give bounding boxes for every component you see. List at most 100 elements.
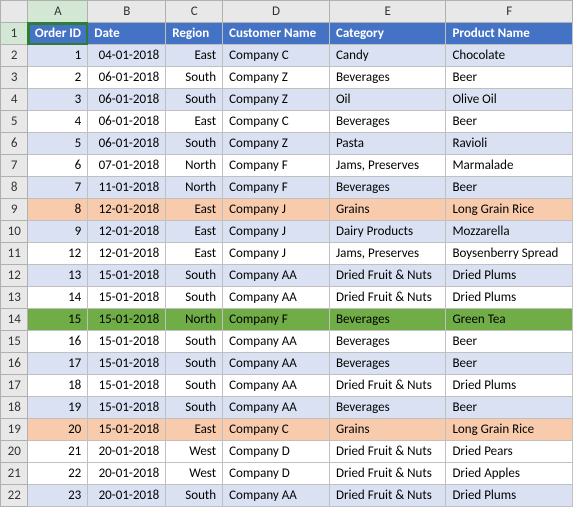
row-header[interactable]: 18 [1,397,28,419]
data-cell[interactable]: Company D [223,463,330,485]
select-all-corner[interactable] [1,1,28,23]
data-cell[interactable]: 21 [28,441,88,463]
data-cell[interactable]: 20-01-2018 [88,463,166,485]
data-cell[interactable]: 11-01-2018 [88,177,166,199]
data-cell[interactable]: 06-01-2018 [88,89,166,111]
data-cell[interactable]: South [166,89,223,111]
data-cell[interactable]: Beverages [329,111,445,133]
data-cell[interactable]: Candy [329,45,445,67]
data-cell[interactable]: 07-01-2018 [88,155,166,177]
column-header-e[interactable]: E [329,1,445,23]
data-cell[interactable]: Dried Fruit & Nuts [329,265,445,287]
data-cell[interactable]: 4 [28,111,88,133]
data-cell[interactable]: Dried Fruit & Nuts [329,375,445,397]
data-cell[interactable]: 17 [28,353,88,375]
row-header[interactable]: 16 [1,353,28,375]
row-header[interactable]: 19 [1,419,28,441]
data-cell[interactable]: Company J [223,221,330,243]
data-cell[interactable]: Company Z [223,67,330,89]
data-cell[interactable]: East [166,243,223,265]
data-cell[interactable]: Dried Fruit & Nuts [329,485,445,507]
data-cell[interactable]: South [166,287,223,309]
data-cell[interactable]: 15-01-2018 [88,287,166,309]
data-cell[interactable]: Beverages [329,67,445,89]
data-cell[interactable]: Grains [329,199,445,221]
data-cell[interactable]: 15-01-2018 [88,375,166,397]
header-cell[interactable]: Date [88,23,166,45]
data-cell[interactable]: Company C [223,111,330,133]
data-cell[interactable]: 15-01-2018 [88,309,166,331]
data-cell[interactable]: Beer [446,177,573,199]
data-cell[interactable]: South [166,67,223,89]
data-cell[interactable]: 06-01-2018 [88,133,166,155]
row-header[interactable]: 2 [1,45,28,67]
data-cell[interactable]: Marmalade [446,155,573,177]
data-cell[interactable]: Beverages [329,331,445,353]
row-header[interactable]: 15 [1,331,28,353]
data-cell[interactable]: Beverages [329,177,445,199]
data-cell[interactable]: 8 [28,199,88,221]
data-cell[interactable]: 12-01-2018 [88,243,166,265]
data-cell[interactable]: Company AA [223,331,330,353]
data-cell[interactable]: South [166,397,223,419]
data-cell[interactable]: East [166,199,223,221]
row-header[interactable]: 6 [1,133,28,155]
data-cell[interactable]: 04-01-2018 [88,45,166,67]
data-cell[interactable]: 20-01-2018 [88,441,166,463]
data-cell[interactable]: Beer [446,67,573,89]
data-cell[interactable]: Beer [446,397,573,419]
data-cell[interactable]: Company Z [223,89,330,111]
data-cell[interactable]: South [166,375,223,397]
header-cell[interactable]: Region [166,23,223,45]
header-cell[interactable]: Category [329,23,445,45]
data-cell[interactable]: Company AA [223,287,330,309]
data-cell[interactable]: 15-01-2018 [88,419,166,441]
data-cell[interactable]: Grains [329,419,445,441]
data-cell[interactable]: Beverages [329,353,445,375]
data-cell[interactable]: Dried Plums [446,265,573,287]
data-cell[interactable]: Long Grain Rice [446,199,573,221]
data-cell[interactable]: 06-01-2018 [88,111,166,133]
row-header[interactable]: 9 [1,199,28,221]
data-cell[interactable]: Dried Plums [446,375,573,397]
data-cell[interactable]: Company J [223,199,330,221]
data-cell[interactable]: South [166,133,223,155]
data-cell[interactable]: 15-01-2018 [88,397,166,419]
data-cell[interactable]: Company AA [223,485,330,507]
data-cell[interactable]: Dried Fruit & Nuts [329,441,445,463]
data-cell[interactable]: 12 [28,243,88,265]
row-header[interactable]: 12 [1,265,28,287]
data-cell[interactable]: 12-01-2018 [88,221,166,243]
data-cell[interactable]: 9 [28,221,88,243]
row-header[interactable]: 20 [1,441,28,463]
data-cell[interactable]: Pasta [329,133,445,155]
data-cell[interactable]: 1 [28,45,88,67]
data-cell[interactable]: 7 [28,177,88,199]
data-cell[interactable]: Company C [223,45,330,67]
row-header[interactable]: 3 [1,67,28,89]
data-cell[interactable]: Beverages [329,397,445,419]
data-cell[interactable]: Long Grain Rice [446,419,573,441]
data-cell[interactable]: Beer [446,111,573,133]
data-cell[interactable]: Boysenberry Spread [446,243,573,265]
data-cell[interactable]: 12-01-2018 [88,199,166,221]
data-cell[interactable]: 23 [28,485,88,507]
data-cell[interactable]: Dried Fruit & Nuts [329,287,445,309]
data-cell[interactable]: 14 [28,287,88,309]
data-cell[interactable]: Jams, Preserves [329,155,445,177]
column-header-f[interactable]: F [446,1,573,23]
data-cell[interactable]: North [166,177,223,199]
header-cell[interactable]: Product Name [446,23,573,45]
row-header[interactable]: 17 [1,375,28,397]
data-cell[interactable]: Dried Apples [446,463,573,485]
data-cell[interactable]: Dried Plums [446,485,573,507]
data-cell[interactable]: Company AA [223,375,330,397]
data-cell[interactable]: East [166,419,223,441]
data-cell[interactable]: Beverages [329,309,445,331]
column-header-b[interactable]: B [88,1,166,23]
data-cell[interactable]: 2 [28,67,88,89]
data-cell[interactable]: South [166,265,223,287]
data-cell[interactable]: West [166,441,223,463]
column-header-d[interactable]: D [223,1,330,23]
row-header[interactable]: 4 [1,89,28,111]
